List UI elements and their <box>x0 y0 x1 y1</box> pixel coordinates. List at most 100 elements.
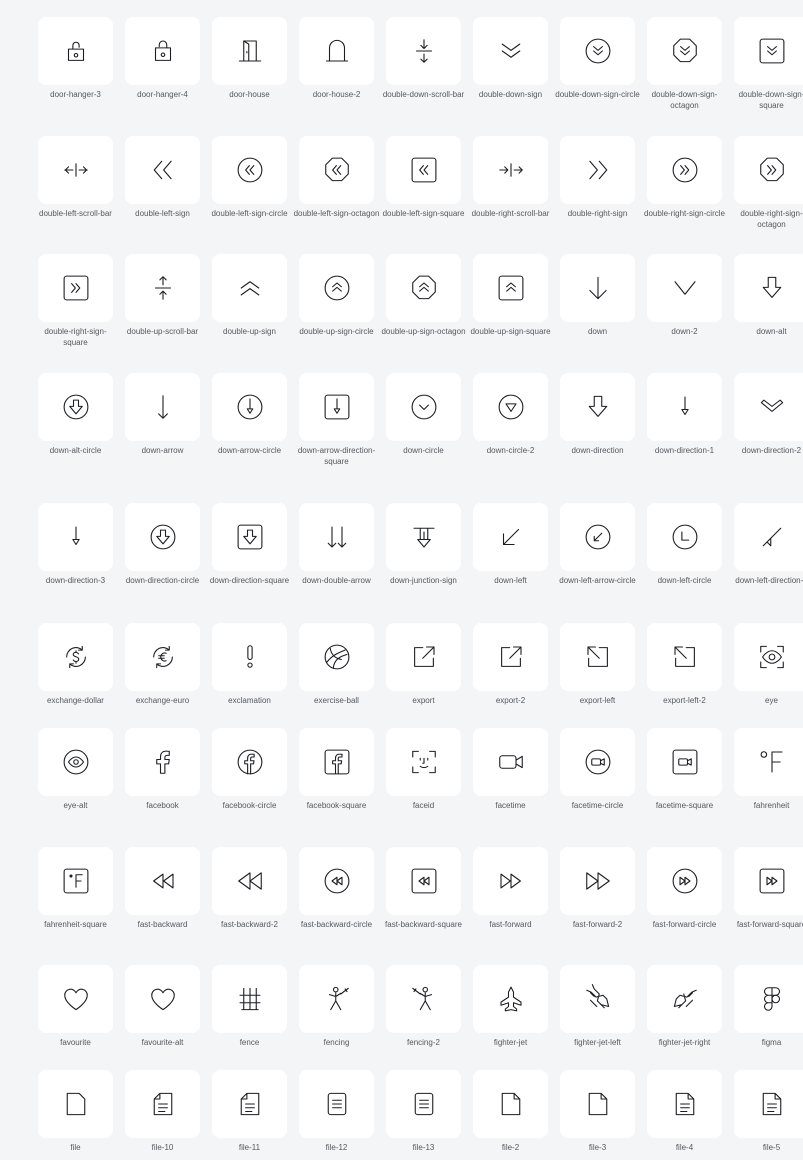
icon-card-down-alt[interactable]: down-alt <box>728 254 803 337</box>
icon-tile[interactable] <box>299 17 374 85</box>
icon-card-double-down-sign-octagon[interactable]: double-down-sign-octagon <box>641 17 728 111</box>
icon-tile[interactable] <box>647 254 722 322</box>
icon-tile[interactable] <box>299 254 374 322</box>
icon-tile[interactable] <box>560 728 635 796</box>
icon-tile[interactable] <box>734 965 803 1033</box>
icon-card-fast-backward-2[interactable]: fast-backward-2 <box>206 847 293 930</box>
icon-tile[interactable] <box>647 965 722 1033</box>
icon-card-file[interactable]: file <box>32 1070 119 1153</box>
icon-tile[interactable] <box>734 623 803 691</box>
icon-card-down-2[interactable]: down-2 <box>641 254 728 337</box>
icon-tile[interactable] <box>560 1070 635 1138</box>
icon-card-fast-backward-circle[interactable]: fast-backward-circle <box>293 847 380 930</box>
icon-tile[interactable] <box>212 17 287 85</box>
icon-card-door-hanger-3[interactable]: door-hanger-3 <box>32 17 119 100</box>
icon-card-double-right-sign-octagon[interactable]: double-right-sign-octagon <box>728 136 803 230</box>
icon-tile[interactable] <box>560 503 635 571</box>
icon-tile[interactable] <box>560 136 635 204</box>
icon-tile[interactable] <box>473 728 548 796</box>
icon-tile[interactable] <box>647 1070 722 1138</box>
icon-card-fahrenheit[interactable]: fahrenheit <box>728 728 803 811</box>
icon-card-facetime[interactable]: facetime <box>467 728 554 811</box>
icon-card-exclamation[interactable]: exclamation <box>206 623 293 706</box>
icon-card-double-up-scroll-bar[interactable]: double-up-scroll-bar <box>119 254 206 337</box>
icon-card-fast-backward-square[interactable]: fast-backward-square <box>380 847 467 930</box>
icon-card-down-direction-circle[interactable]: down-direction-circle <box>119 503 206 586</box>
icon-card-fast-backward[interactable]: fast-backward <box>119 847 206 930</box>
icon-card-facetime-circle[interactable]: facetime-circle <box>554 728 641 811</box>
icon-card-door-house-2[interactable]: door-house-2 <box>293 17 380 100</box>
icon-tile[interactable] <box>38 623 113 691</box>
icon-tile[interactable] <box>299 728 374 796</box>
icon-tile[interactable] <box>212 254 287 322</box>
icon-card-fast-forward-2[interactable]: fast-forward-2 <box>554 847 641 930</box>
icon-card-double-left-sign-square[interactable]: double-left-sign-square <box>380 136 467 219</box>
icon-tile[interactable] <box>299 847 374 915</box>
icon-card-double-down-scroll-bar[interactable]: double-down-scroll-bar <box>380 17 467 100</box>
icon-card-fighter-jet[interactable]: fighter-jet <box>467 965 554 1048</box>
icon-tile[interactable] <box>734 728 803 796</box>
icon-tile[interactable] <box>386 136 461 204</box>
icon-card-export-left-2[interactable]: export-left-2 <box>641 623 728 706</box>
icon-tile[interactable] <box>473 17 548 85</box>
icon-tile[interactable] <box>473 373 548 441</box>
icon-tile[interactable] <box>212 136 287 204</box>
icon-card-door-hanger-4[interactable]: door-hanger-4 <box>119 17 206 100</box>
icon-card-facetime-square[interactable]: facetime-square <box>641 728 728 811</box>
icon-card-double-up-sign-circle[interactable]: double-up-sign-circle <box>293 254 380 337</box>
icon-tile[interactable] <box>647 623 722 691</box>
icon-tile[interactable] <box>299 965 374 1033</box>
icon-card-double-up-sign-square[interactable]: double-up-sign-square <box>467 254 554 337</box>
icon-card-eye[interactable]: eye <box>728 623 803 706</box>
icon-card-down-arrow[interactable]: down-arrow <box>119 373 206 456</box>
icon-tile[interactable] <box>734 847 803 915</box>
icon-card-favourite[interactable]: favourite <box>32 965 119 1048</box>
icon-tile[interactable] <box>647 503 722 571</box>
icon-tile[interactable] <box>386 1070 461 1138</box>
icon-tile[interactable] <box>734 254 803 322</box>
icon-tile[interactable] <box>647 136 722 204</box>
icon-card-exchange-euro[interactable]: exchange-euro <box>119 623 206 706</box>
icon-tile[interactable] <box>734 17 803 85</box>
icon-tile[interactable] <box>647 728 722 796</box>
icon-tile[interactable] <box>38 373 113 441</box>
icon-tile[interactable] <box>734 503 803 571</box>
icon-tile[interactable] <box>473 503 548 571</box>
icon-card-exchange-dollar[interactable]: exchange-dollar <box>32 623 119 706</box>
icon-tile[interactable] <box>299 503 374 571</box>
icon-tile[interactable] <box>386 623 461 691</box>
icon-tile[interactable] <box>734 136 803 204</box>
icon-card-down-direction-1[interactable]: down-direction-1 <box>641 373 728 456</box>
icon-card-fast-forward-square[interactable]: fast-forward-square <box>728 847 803 930</box>
icon-tile[interactable] <box>125 965 200 1033</box>
icon-tile[interactable] <box>125 17 200 85</box>
icon-card-double-down-sign[interactable]: double-down-sign <box>467 17 554 100</box>
icon-card-export-2[interactable]: export-2 <box>467 623 554 706</box>
icon-card-facebook-square[interactable]: facebook-square <box>293 728 380 811</box>
icon-card-export-left[interactable]: export-left <box>554 623 641 706</box>
icon-tile[interactable] <box>38 254 113 322</box>
icon-card-double-up-sign-octagon[interactable]: double-up-sign-octagon <box>380 254 467 337</box>
icon-tile[interactable] <box>386 254 461 322</box>
icon-tile[interactable] <box>560 623 635 691</box>
icon-tile[interactable] <box>212 623 287 691</box>
icon-tile[interactable] <box>299 373 374 441</box>
icon-card-faceid[interactable]: faceid <box>380 728 467 811</box>
icon-tile[interactable] <box>212 503 287 571</box>
icon-tile[interactable] <box>125 373 200 441</box>
icon-tile[interactable] <box>386 965 461 1033</box>
icon-tile[interactable] <box>212 847 287 915</box>
icon-tile[interactable] <box>125 136 200 204</box>
icon-card-fahrenheit-square[interactable]: fahrenheit-square <box>32 847 119 930</box>
icon-tile[interactable] <box>38 17 113 85</box>
icon-tile[interactable] <box>212 373 287 441</box>
icon-card-file-3[interactable]: file-3 <box>554 1070 641 1153</box>
icon-card-facebook[interactable]: facebook <box>119 728 206 811</box>
icon-card-down-junction-sign[interactable]: down-junction-sign <box>380 503 467 586</box>
icon-tile[interactable] <box>473 254 548 322</box>
icon-tile[interactable] <box>212 728 287 796</box>
icon-card-fast-forward[interactable]: fast-forward <box>467 847 554 930</box>
icon-tile[interactable] <box>560 965 635 1033</box>
icon-card-double-right-sign-circle[interactable]: double-right-sign-circle <box>641 136 728 219</box>
icon-card-file-11[interactable]: file-11 <box>206 1070 293 1153</box>
